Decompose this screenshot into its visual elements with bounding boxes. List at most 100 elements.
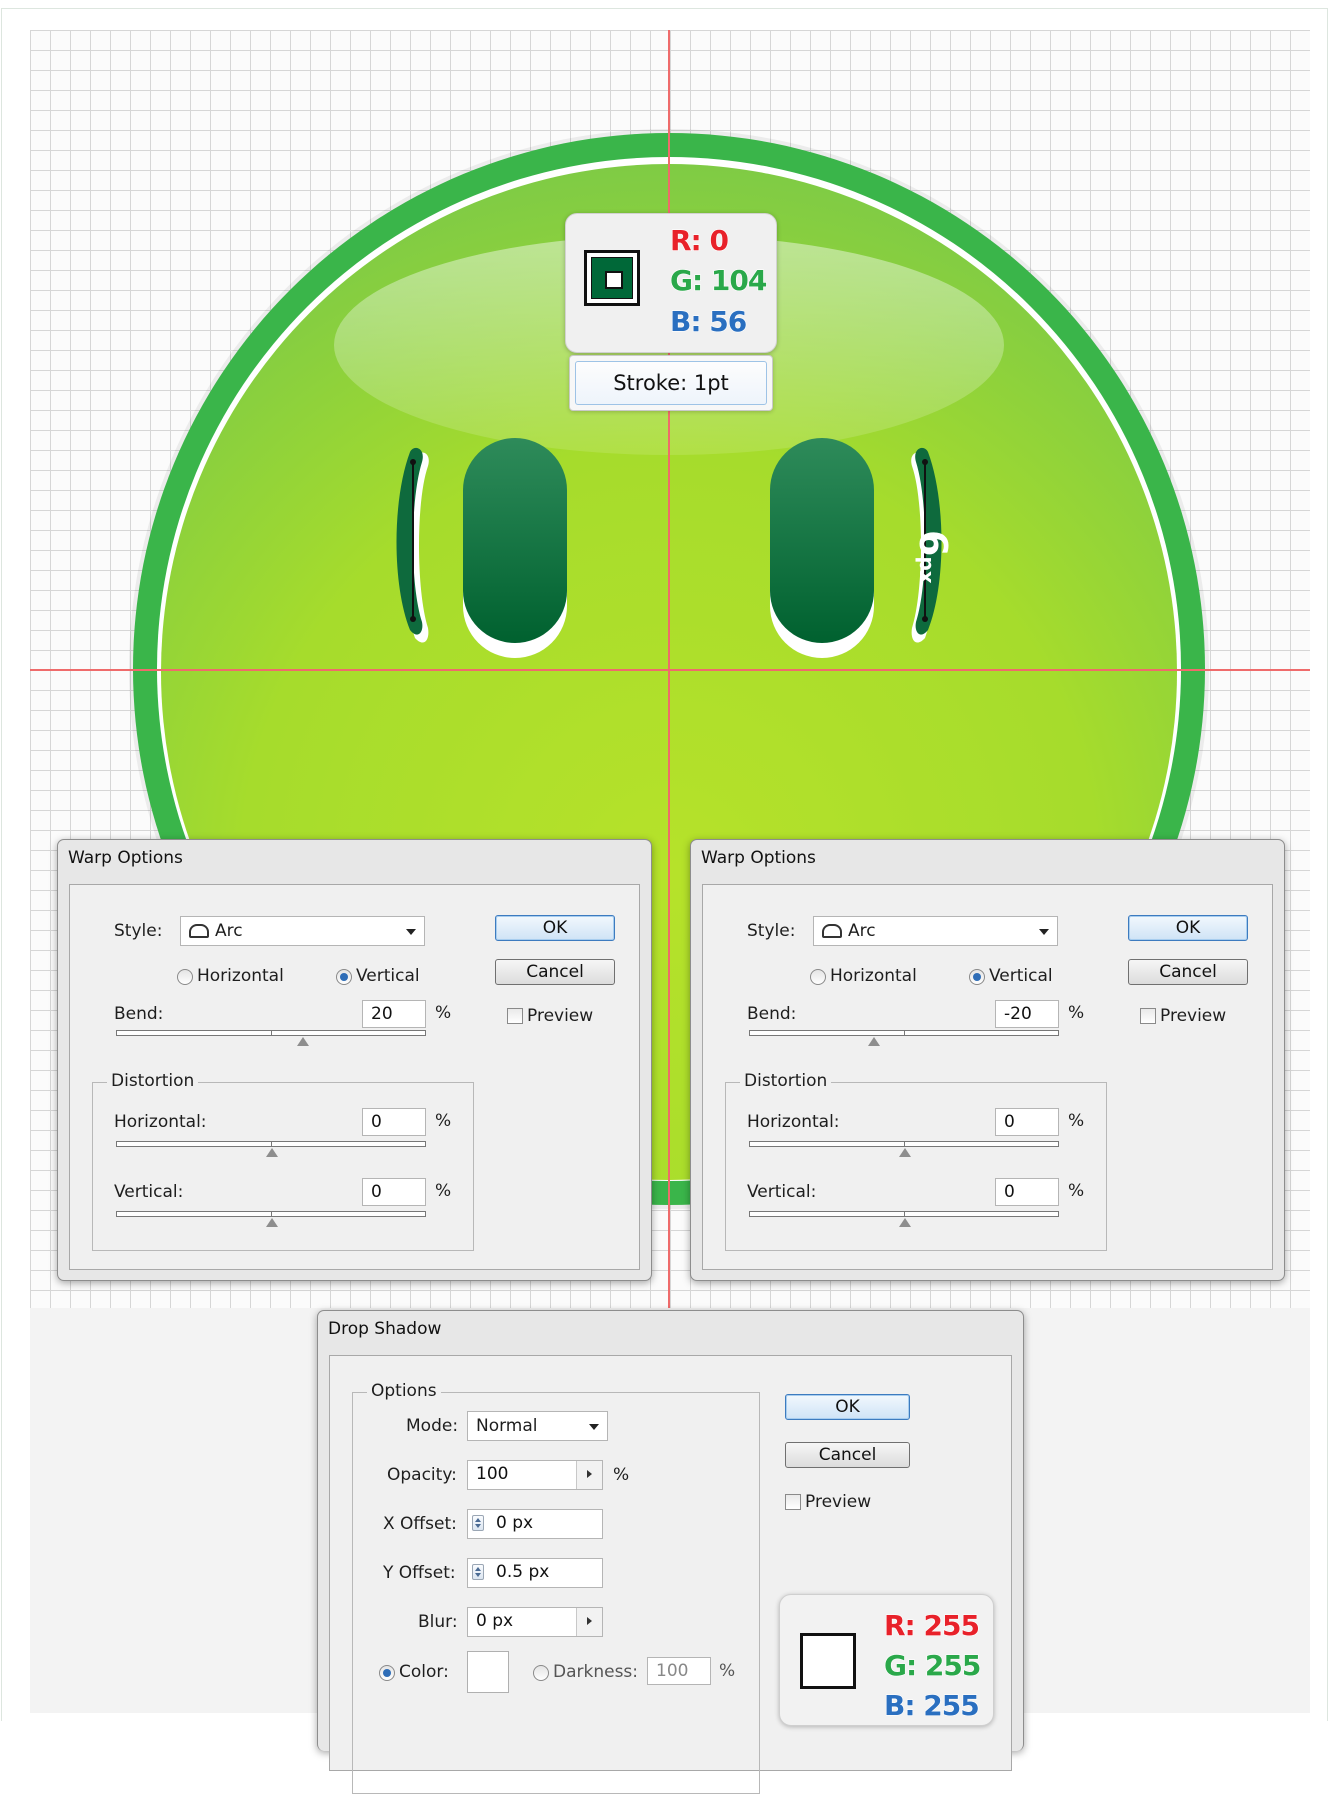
- bend-slider-thumb[interactable]: [868, 1037, 880, 1046]
- mode-label: Mode:: [406, 1416, 459, 1436]
- opacity-stepper[interactable]: [576, 1461, 602, 1489]
- bend-slider[interactable]: [116, 1030, 426, 1046]
- dist-horizontal-label: Horizontal:: [114, 1112, 207, 1132]
- dist-vertical-slider[interactable]: [749, 1211, 1059, 1227]
- ok-button[interactable]: OK: [495, 915, 615, 941]
- arc-warp-icon: [822, 924, 842, 938]
- darkness-input[interactable]: 100: [647, 1657, 711, 1685]
- horizontal-radio[interactable]: [177, 969, 193, 985]
- distortion-group: Distortion Horizontal: 0 % Vertical: 0 %: [92, 1071, 474, 1251]
- x-offset-value: 0 px: [496, 1513, 534, 1533]
- stroke-swatch: [584, 250, 640, 306]
- dist-horizontal-input[interactable]: 0: [995, 1108, 1059, 1136]
- dist-vertical-slider[interactable]: [116, 1211, 426, 1227]
- dist-horizontal-percent: %: [1068, 1111, 1085, 1131]
- bend-slider-thumb[interactable]: [297, 1037, 309, 1046]
- stroke-green-value: G: 104: [669, 263, 768, 297]
- horizontal-guide: [30, 669, 1310, 671]
- x-offset-label: X Offset:: [383, 1514, 457, 1534]
- ok-button[interactable]: OK: [1128, 915, 1248, 941]
- vertical-radio[interactable]: [969, 969, 985, 985]
- ok-button[interactable]: OK: [785, 1394, 910, 1420]
- dist-vertical-percent: %: [435, 1181, 452, 1201]
- darkness-percent: %: [719, 1661, 736, 1681]
- size-annotation: 6px: [911, 530, 955, 584]
- preview-checkbox[interactable]: [507, 1008, 523, 1024]
- cancel-button[interactable]: Cancel: [495, 959, 615, 985]
- dialog-title: Drop Shadow: [328, 1319, 442, 1339]
- distortion-group: Distortion Horizontal: 0 % Vertical: 0 %: [725, 1071, 1107, 1251]
- opacity-input[interactable]: 100: [467, 1460, 603, 1490]
- style-select[interactable]: Arc: [180, 916, 425, 946]
- opacity-label: Opacity:: [387, 1465, 457, 1485]
- stroke-blue-value: B: 56: [669, 304, 747, 338]
- vertical-radio[interactable]: [336, 969, 352, 985]
- style-select[interactable]: Arc: [813, 916, 1058, 946]
- blur-label: Blur:: [418, 1612, 458, 1632]
- x-offset-input[interactable]: 0 px: [467, 1509, 603, 1539]
- options-title: Options: [367, 1381, 441, 1401]
- blur-input[interactable]: 0 px: [467, 1607, 603, 1637]
- cancel-button[interactable]: Cancel: [785, 1442, 910, 1468]
- dist-vertical-label: Vertical:: [747, 1182, 817, 1202]
- distortion-title: Distortion: [107, 1071, 199, 1091]
- shadow-red-value: R: 255: [883, 1608, 980, 1642]
- dialog-body: Style: Arc Horizontal Vertical Bend: 20 …: [69, 884, 640, 1270]
- shadow-white-swatch: [800, 1633, 856, 1689]
- y-offset-value: 0.5 px: [496, 1562, 550, 1582]
- dist-horizontal-thumb[interactable]: [899, 1148, 911, 1157]
- stroke-red-value: R: 0: [669, 223, 729, 257]
- y-offset-spinner[interactable]: [472, 1564, 484, 1580]
- dialog-title: Warp Options: [68, 848, 183, 868]
- chevron-down-icon: [1039, 929, 1049, 935]
- style-label: Style:: [114, 921, 163, 941]
- preview-label: Preview: [805, 1492, 872, 1512]
- y-offset-input[interactable]: 0.5 px: [467, 1558, 603, 1588]
- bend-percent: %: [1068, 1003, 1085, 1023]
- shadow-blue-value: B: 255: [883, 1688, 980, 1722]
- dist-vertical-percent: %: [1068, 1181, 1085, 1201]
- dist-horizontal-input[interactable]: 0: [362, 1108, 426, 1136]
- stroke-tooltip-label: Stroke: 1pt: [575, 361, 767, 405]
- preview-checkbox[interactable]: [785, 1494, 801, 1510]
- preview-label: Preview: [1160, 1006, 1227, 1026]
- mode-value: Normal: [476, 1416, 538, 1436]
- darkness-radio[interactable]: [533, 1665, 549, 1681]
- mode-select[interactable]: Normal: [467, 1411, 608, 1441]
- dist-vertical-label: Vertical:: [114, 1182, 184, 1202]
- dist-vertical-thumb[interactable]: [899, 1218, 911, 1227]
- preview-checkbox[interactable]: [1140, 1008, 1156, 1024]
- dist-horizontal-slider[interactable]: [116, 1141, 426, 1157]
- color-radio[interactable]: [379, 1665, 395, 1681]
- chevron-down-icon: [589, 1424, 599, 1430]
- horizontal-radio-label: Horizontal: [197, 966, 284, 986]
- dist-vertical-thumb[interactable]: [266, 1218, 278, 1227]
- dist-horizontal-thumb[interactable]: [266, 1148, 278, 1157]
- x-offset-spinner[interactable]: [472, 1515, 484, 1531]
- dist-horizontal-label: Horizontal:: [747, 1112, 840, 1132]
- shadow-green-value: G: 255: [883, 1648, 982, 1682]
- style-value: Arc: [848, 921, 876, 941]
- darkness-label: Darkness:: [553, 1662, 639, 1682]
- y-offset-label: Y Offset:: [383, 1563, 456, 1583]
- warp-options-dialog-left: Warp Options Style: Arc Horizontal Verti…: [57, 839, 652, 1281]
- arc-warp-icon: [189, 924, 209, 938]
- dist-vertical-input[interactable]: 0: [362, 1178, 426, 1206]
- shadow-color-swatch[interactable]: [467, 1651, 509, 1693]
- bend-input[interactable]: 20: [362, 1000, 426, 1028]
- style-value: Arc: [215, 921, 243, 941]
- vertical-radio-label: Vertical: [989, 966, 1053, 986]
- bend-slider[interactable]: [749, 1030, 1059, 1046]
- bend-label: Bend:: [747, 1004, 797, 1024]
- stroke-tooltip: Stroke: 1pt: [569, 355, 773, 411]
- dist-vertical-input[interactable]: 0: [995, 1178, 1059, 1206]
- right-eye: [770, 438, 874, 658]
- preview-label: Preview: [527, 1006, 594, 1026]
- blur-stepper[interactable]: [576, 1608, 602, 1636]
- horizontal-radio[interactable]: [810, 969, 826, 985]
- warp-options-dialog-right: Warp Options Style: Arc Horizontal Verti…: [690, 839, 1285, 1281]
- cancel-button[interactable]: Cancel: [1128, 959, 1248, 985]
- dist-horizontal-slider[interactable]: [749, 1141, 1059, 1157]
- chevron-down-icon: [406, 929, 416, 935]
- bend-input[interactable]: -20: [995, 1000, 1059, 1028]
